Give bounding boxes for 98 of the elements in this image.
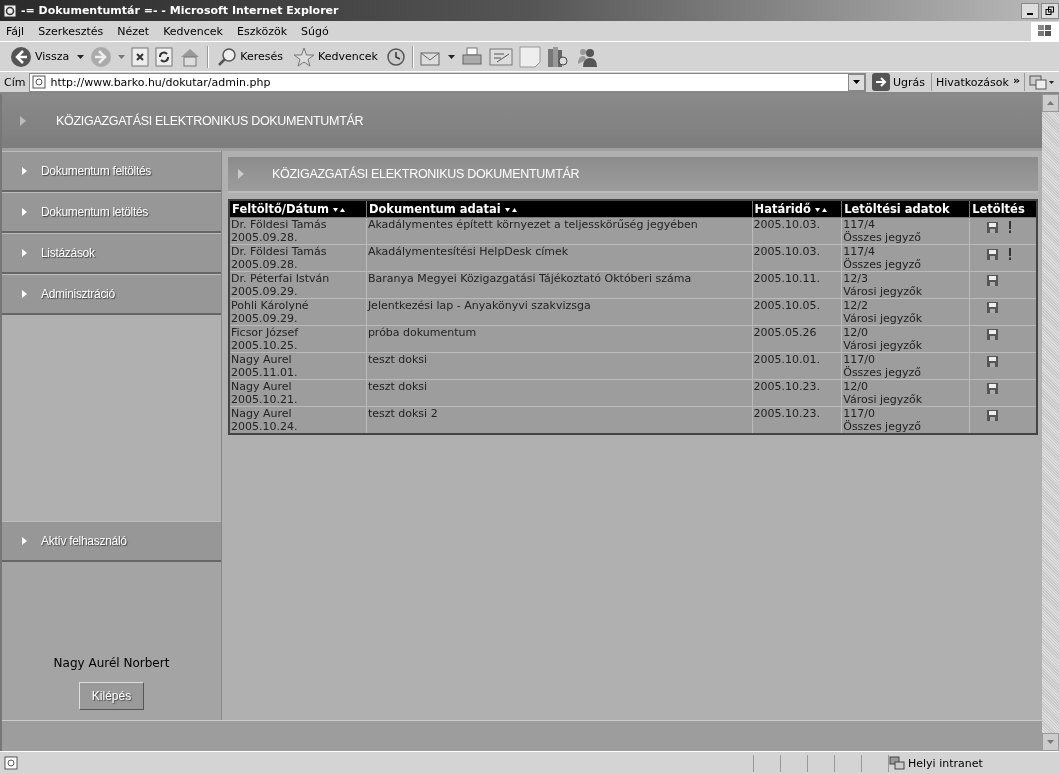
menu-item[interactable]: Nézet	[117, 24, 150, 38]
star-icon	[293, 46, 316, 67]
table-cell: Dr. Földesi Tamás 2005.09.28.	[229, 217, 367, 245]
nav-label: Dokumentum feltöltés	[41, 164, 152, 178]
history-icon[interactable]	[385, 46, 406, 67]
back-button[interactable]: Vissza	[8, 45, 72, 68]
column-header[interactable]: Feltöltő/Dátum	[229, 200, 367, 218]
triangle-icon	[22, 290, 27, 298]
table-cell: 2005.10.03.	[752, 217, 842, 245]
dropdown-arrow-icon[interactable]	[77, 54, 85, 59]
menu-item[interactable]: Kedvencek	[163, 24, 223, 38]
section-title: Aktív felhasználó	[41, 534, 127, 548]
table-cell: teszt doksi 2	[366, 406, 753, 434]
scroll-up-button[interactable]	[1042, 94, 1059, 112]
column-header: Letöltési adatok	[841, 200, 970, 218]
table-cell: 2005.10.23.	[752, 379, 842, 407]
stop-icon[interactable]	[131, 46, 150, 67]
links-button[interactable]: Hivatkozások	[935, 75, 1009, 89]
nav-label: Adminisztráció	[41, 287, 115, 301]
restore-icon	[1045, 5, 1055, 16]
table-cell: 2005.10.03.	[752, 244, 842, 272]
zone-label: Helyi intranet	[908, 756, 983, 770]
address-field[interactable]: http://www.barko.hu/dokutar/admin.php	[29, 72, 866, 92]
table-cell: 2005.10.05.	[752, 298, 842, 326]
table-cell: 12/2 Városi jegyzők	[841, 298, 970, 326]
books-icon[interactable]	[546, 45, 569, 68]
table-cell: 117/0 Összes jegyző	[841, 352, 970, 380]
address-label: Cím	[4, 75, 26, 89]
scroll-down-button[interactable]	[1042, 733, 1059, 751]
table-cell: 12/3 Városi jegyzők	[841, 271, 970, 299]
window-title: -= Dokumentumtár =- - Microsoft Internet Explorer	[21, 4, 340, 17]
table-cell: Nagy Aurel 2005.11.01.	[229, 352, 367, 380]
table-cell: 2005.05.26	[752, 325, 842, 353]
restore-button[interactable]	[1041, 2, 1059, 19]
triangle-icon	[22, 537, 27, 545]
sort-icon[interactable]	[814, 207, 827, 213]
back-icon	[10, 45, 32, 68]
sort-icon[interactable]	[504, 207, 517, 213]
search-button[interactable]: Keresés	[215, 46, 286, 67]
triangle-icon	[22, 167, 27, 175]
table-cell: Akadálymentesítési HelpDesk címek	[366, 244, 753, 272]
table-cell: Nagy Aurel 2005.10.24.	[229, 406, 367, 434]
menu-item[interactable]: Eszközök	[237, 24, 288, 38]
menu-item[interactable]: Szerkesztés	[38, 24, 104, 38]
table-cell: 2005.10.01.	[752, 352, 842, 380]
triangle-icon	[22, 249, 27, 257]
page-icon	[4, 756, 18, 770]
nav-label: Dokumentum letöltés	[41, 205, 149, 219]
network-icon	[889, 756, 905, 770]
table-cell: 117/0 Összes jegyző	[841, 406, 970, 434]
sort-icon[interactable]	[333, 207, 346, 213]
table-cell: 2005.10.23.	[752, 406, 842, 434]
table-cell: Akadálymentes épített környezet a teljesskörűség jegyében	[366, 217, 753, 245]
column-header: Letöltés	[969, 200, 1037, 218]
table-cell: 12/0 Városi jegyzők	[841, 379, 970, 407]
column-header[interactable]: Dokumentum adatai	[366, 200, 753, 218]
print-icon[interactable]	[460, 46, 483, 67]
user-name: Nagy Aurél Norbert	[53, 656, 170, 670]
content-title: KÖZIGAZGATÁSI ELEKTRONIKUS DOKUMENTUMTÁR	[272, 167, 580, 181]
table-cell: teszt doksi	[366, 379, 753, 407]
menu-item[interactable]: Súgó	[301, 24, 329, 38]
browser-icon	[3, 3, 17, 18]
caret-icon	[852, 80, 860, 84]
caret-icon	[1047, 740, 1054, 744]
column-header[interactable]: Határidő	[752, 200, 842, 218]
go-button[interactable]: Ugrás	[869, 73, 927, 91]
dropdown-arrow-icon[interactable]	[447, 54, 455, 59]
table-cell: próba dokumentum	[366, 325, 753, 353]
table-cell: teszt doksi	[366, 352, 753, 380]
caret-icon	[1047, 101, 1054, 105]
minimize-icon	[1027, 12, 1033, 15]
nav-label: Listázások	[41, 246, 95, 260]
search-icon	[217, 46, 238, 67]
table-cell: Baranya Megyei Közigazgatási Tájékoztató Októberi száma	[366, 271, 753, 299]
table-cell: 12/0 Városi jegyzők	[841, 325, 970, 353]
dropdown-button[interactable]	[847, 73, 865, 91]
table-cell: Pohli Károlyné 2005.09.29.	[229, 298, 367, 326]
page-icon	[32, 75, 47, 89]
table-cell: 117/4 Összes jegyző	[841, 244, 970, 272]
more-button[interactable]: »	[1012, 73, 1020, 87]
table-cell: 2005.10.11.	[752, 271, 842, 299]
table-cell: Ficsor József 2005.10.25.	[229, 325, 367, 353]
menu-item[interactable]: Fájl	[6, 24, 25, 38]
exclamation-icon	[1008, 248, 1013, 260]
table-cell: Nagy Aurel 2005.10.21.	[229, 379, 367, 407]
table-cell: Jelentkezési lap - Anyakönyvi szakvizsga	[366, 298, 753, 326]
favorites-button[interactable]: Kedvencek	[291, 46, 380, 67]
triangle-icon	[238, 169, 244, 179]
minimize-button[interactable]	[1021, 2, 1039, 19]
table-cell: 117/4 Összes jegyző	[841, 217, 970, 245]
translate-icon[interactable]	[1029, 74, 1055, 90]
table-cell: Dr. Péterfai István 2005.09.29.	[229, 271, 367, 299]
triangle-icon	[20, 116, 26, 126]
exclamation-icon	[1008, 221, 1013, 233]
table-cell: Dr. Földesi Tamás 2005.09.28.	[229, 244, 367, 272]
refresh-icon[interactable]	[155, 46, 174, 67]
page-title: KÖZIGAZGATÁSI ELEKTRONIKUS DOKUMENTUMTÁR	[56, 114, 364, 128]
triangle-icon	[22, 208, 27, 216]
